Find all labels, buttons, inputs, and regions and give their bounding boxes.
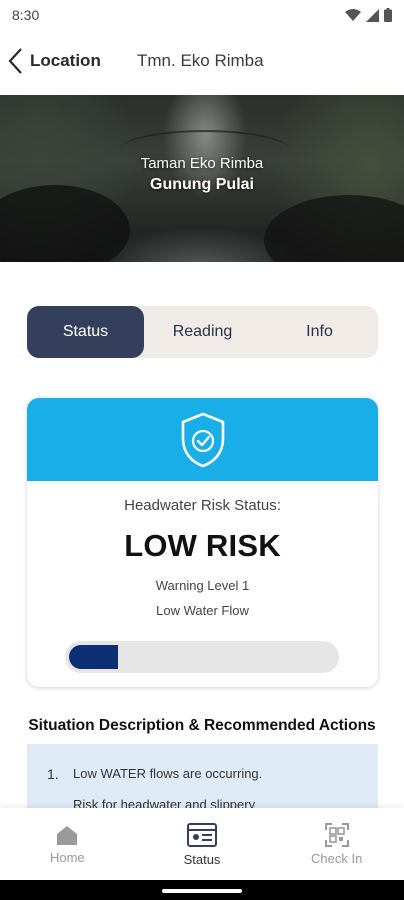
- warning-level: Warning Level 1: [155, 578, 250, 593]
- nav-status-label: Status: [183, 851, 221, 867]
- tab-status[interactable]: Status: [27, 306, 144, 358]
- actions-section-title: Situation Description & Recommended Acti…: [28, 717, 376, 734]
- wifi-icon: [345, 8, 361, 21]
- hero-caption: Taman Eko Rimba Gunung Pulai: [0, 155, 404, 194]
- water-flow-status: Low Water Flow: [156, 603, 249, 618]
- status-icons: [345, 8, 392, 22]
- list-item: 1. Low WATER flows are occurring. Risk f…: [47, 766, 262, 814]
- nav-check-in-label: Check In: [311, 850, 363, 866]
- hero-subtitle: Taman Eko Rimba: [140, 155, 264, 172]
- home-icon: [57, 825, 78, 845]
- risk-caption: Headwater Risk Status:: [124, 497, 281, 514]
- actions-list: 1. Low WATER flows are occurring. Risk f…: [27, 744, 378, 814]
- nav-home-label: Home: [49, 849, 85, 865]
- risk-status-card: Headwater Risk Status: LOW RISK Warning …: [27, 398, 378, 687]
- chevron-left-icon: [8, 48, 22, 74]
- risk-card-body: Headwater Risk Status: LOW RISK Warning …: [27, 497, 378, 618]
- list-item-text: Low WATER flows are occurring.: [73, 766, 263, 781]
- tab-info[interactable]: Info: [261, 306, 378, 358]
- location-name: Tmn. Eko Rimba: [137, 51, 264, 70]
- qr-code-icon: [324, 822, 349, 847]
- signal-icon: [366, 8, 379, 22]
- bottom-navigation: Home Status Check In: [0, 808, 404, 880]
- back-label: Location: [30, 51, 101, 70]
- nav-check-in[interactable]: Check In: [269, 808, 404, 880]
- hero-title: Gunung Pulai: [150, 176, 254, 193]
- segment-tabs: Status Reading Info: [27, 306, 378, 358]
- location-hero-image: Taman Eko Rimba Gunung Pulai: [0, 95, 404, 262]
- risk-progress-fill: [69, 645, 119, 669]
- risk-level: LOW RISK: [124, 528, 281, 563]
- shield-check-icon: [181, 412, 224, 467]
- risk-progress-bar: [65, 641, 339, 673]
- nav-home[interactable]: Home: [0, 808, 135, 880]
- app-bar: Location Tmn. Eko Rimba: [0, 30, 404, 92]
- tab-reading[interactable]: Reading: [144, 306, 261, 358]
- risk-card-header: [27, 398, 378, 481]
- hero-rock-decor: [264, 195, 404, 262]
- system-navigation-bar: [0, 880, 404, 900]
- battery-icon: [384, 8, 392, 22]
- back-button[interactable]: Location: [0, 30, 101, 92]
- home-gesture-handle[interactable]: [162, 889, 242, 893]
- status-card-icon: [187, 822, 217, 847]
- nav-status[interactable]: Status: [135, 808, 270, 880]
- list-item-number: 1.: [47, 766, 59, 782]
- status-bar: 8:30: [0, 0, 404, 30]
- hero-rock-decor: [0, 185, 130, 262]
- status-time: 8:30: [12, 7, 40, 23]
